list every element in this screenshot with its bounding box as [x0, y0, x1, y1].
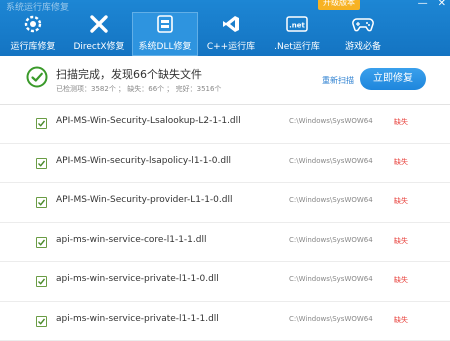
checkbox[interactable]: [36, 276, 47, 287]
top-toolbar: 系统运行库修复 升级版本 — ✕ 运行库修复 DirectX修复 系统DLL修复: [0, 0, 450, 56]
minimize-button[interactable]: —: [418, 0, 428, 9]
tab-net-runtime[interactable]: .net .Net运行库: [264, 12, 330, 56]
gamepad-icon: [352, 13, 374, 35]
list-item[interactable]: api-ms-win-service-private-l1-1-1.dll C:…: [0, 302, 450, 341]
net-icon: .net: [286, 13, 308, 35]
tab-runtime-repair[interactable]: 运行库修复: [0, 12, 66, 56]
list-item[interactable]: API-MS-Win-Security-provider-L1-1-0.dll …: [0, 183, 450, 223]
file-name: API-MS-Win-Security-Lsalookup-L2-1-1.dll: [56, 116, 241, 126]
status-badge: 缺失: [394, 236, 408, 246]
file-path: C:\Windows\SysWOW64: [289, 275, 373, 283]
svg-text:.net: .net: [289, 22, 305, 30]
list-item[interactable]: api-ms-win-service-core-l1-1-1.dll C:\Wi…: [0, 223, 450, 263]
close-button[interactable]: ✕: [438, 0, 446, 9]
checkbox[interactable]: [36, 316, 47, 327]
window-controls: — ✕: [418, 0, 446, 9]
checkbox[interactable]: [36, 237, 47, 248]
checkbox[interactable]: [36, 197, 47, 208]
tab-system-dll-repair[interactable]: 系统DLL修复: [132, 12, 198, 56]
tab-label: 运行库修复: [10, 39, 55, 52]
tab-bar: 运行库修复 DirectX修复 系统DLL修复 C++运行库 .net .Net…: [0, 12, 450, 56]
status-badge: 缺失: [394, 196, 408, 206]
list-item[interactable]: API-MS-Win-security-lsapolicy-l1-1-0.dll…: [0, 144, 450, 184]
gear-icon: [22, 13, 44, 35]
tab-label: 系统DLL修复: [139, 39, 192, 52]
missing-file-list: API-MS-Win-Security-Lsalookup-L2-1-1.dll…: [0, 104, 450, 341]
scan-summary: 扫描完成，发现66个缺失文件 已检测项：3582个 ； 缺失：66个 ； 完好：…: [0, 56, 450, 105]
checkbox[interactable]: [36, 118, 47, 129]
file-name: api-ms-win-service-private-l1-1-1.dll: [56, 314, 219, 324]
file-path: C:\Windows\SysWOW64: [289, 196, 373, 204]
dll-icon: [154, 13, 176, 35]
check-circle-icon: [26, 66, 48, 88]
list-item[interactable]: API-MS-Win-Security-Lsalookup-L2-1-1.dll…: [0, 104, 450, 144]
tab-label: .Net运行库: [274, 39, 320, 52]
fix-now-button[interactable]: 立即修复: [360, 68, 426, 90]
tab-game-essentials[interactable]: 游戏必备: [330, 12, 396, 56]
file-path: C:\Windows\SysWOW64: [289, 157, 373, 165]
tab-label: C++运行库: [207, 39, 255, 52]
rescan-link[interactable]: 重新扫描: [322, 75, 354, 86]
list-item[interactable]: api-ms-win-service-private-l1-1-0.dll C:…: [0, 262, 450, 302]
directx-icon: [88, 13, 110, 35]
file-name: API-MS-Win-Security-provider-L1-1-0.dll: [56, 195, 232, 205]
version-badge[interactable]: 升级版本: [318, 0, 360, 10]
file-path: C:\Windows\SysWOW64: [289, 117, 373, 125]
file-path: C:\Windows\SysWOW64: [289, 315, 373, 323]
tab-directx-repair[interactable]: DirectX修复: [66, 12, 132, 56]
tab-cpp-runtime[interactable]: C++运行库: [198, 12, 264, 56]
file-name: API-MS-Win-security-lsapolicy-l1-1-0.dll: [56, 156, 231, 166]
scan-result-title: 扫描完成，发现66个缺失文件: [56, 66, 202, 82]
file-name: api-ms-win-service-private-l1-1-0.dll: [56, 274, 219, 284]
tab-label: 游戏必备: [345, 39, 381, 52]
tab-label: DirectX修复: [73, 39, 124, 52]
status-badge: 缺失: [394, 315, 408, 325]
scan-stats: 已检测项：3582个 ； 缺失：66个 ； 完好：3516个: [56, 84, 221, 94]
file-path: C:\Windows\SysWOW64: [289, 236, 373, 244]
checkbox[interactable]: [36, 158, 47, 169]
status-badge: 缺失: [394, 157, 408, 167]
status-badge: 缺失: [394, 275, 408, 285]
status-badge: 缺失: [394, 117, 408, 127]
visualstudio-icon: [220, 13, 242, 35]
file-name: api-ms-win-service-core-l1-1-1.dll: [56, 235, 206, 245]
